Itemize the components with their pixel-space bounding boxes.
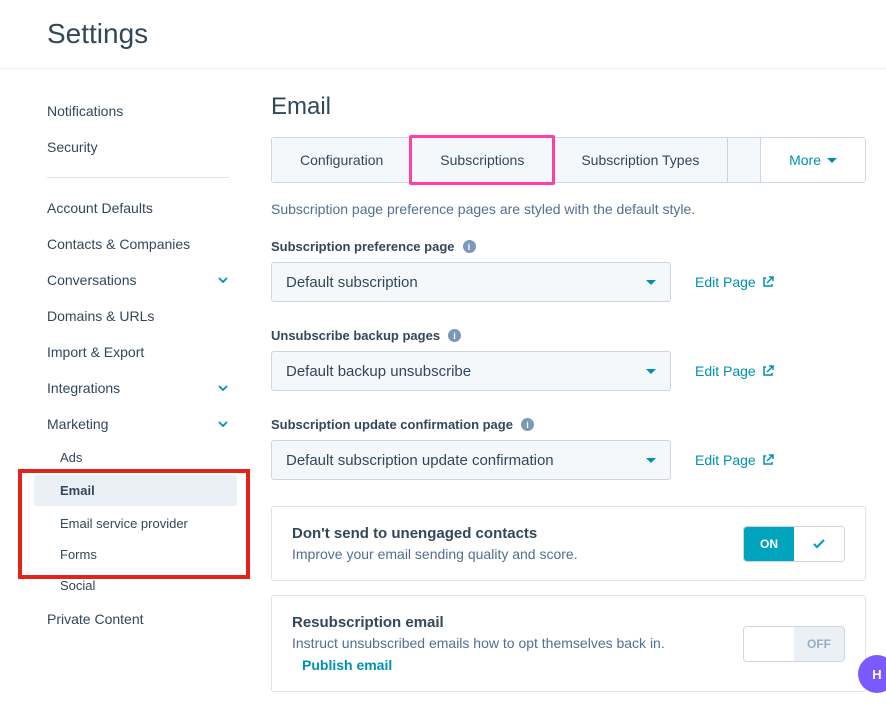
caret-down-icon — [827, 158, 837, 163]
sidebar-item-label: Notifications — [47, 103, 123, 119]
caret-down-icon — [646, 458, 656, 463]
sidebar-item-label: Marketing — [47, 416, 108, 432]
sidebar-item-label: Integrations — [47, 380, 120, 396]
tab-subscription-types[interactable]: Subscription Types — [553, 138, 728, 182]
sidebar-item-label: Domains & URLs — [47, 308, 154, 324]
caret-down-icon — [646, 369, 656, 374]
info-icon[interactable]: i — [448, 329, 461, 342]
tab-configuration[interactable]: Configuration — [272, 138, 412, 182]
sidebar-item-notifications[interactable]: Notifications — [30, 93, 247, 129]
sidebar-item-security[interactable]: Security — [30, 129, 247, 165]
sidebar-item-private-content[interactable]: Private Content — [30, 601, 247, 637]
link-text: Edit Page — [695, 274, 756, 290]
sidebar-divider — [47, 177, 229, 178]
layout-container: Notifications Security Account Defaults … — [0, 69, 886, 706]
toggle-resubscription[interactable]: OFF — [743, 626, 845, 662]
info-icon[interactable]: i — [463, 240, 476, 253]
select-value: Default subscription — [286, 274, 418, 291]
settings-sidebar: Notifications Security Account Defaults … — [0, 79, 247, 706]
sidebar-item-label: Import & Export — [47, 344, 144, 360]
edit-page-link[interactable]: Edit Page — [695, 452, 774, 468]
card-unengaged-contacts: Don't send to unengaged contacts Improve… — [271, 506, 866, 581]
chevron-down-icon — [217, 418, 229, 430]
select-subscription-update[interactable]: Default subscription update confirmation — [271, 440, 671, 480]
tab-more[interactable]: More — [760, 138, 865, 182]
sidebar-subitem-email[interactable]: Email — [34, 475, 237, 506]
card-title: Don't send to unengaged contacts — [292, 525, 578, 542]
external-link-icon — [762, 454, 774, 466]
toggle-off-label: OFF — [794, 627, 844, 661]
sidebar-item-label: Conversations — [47, 272, 137, 288]
chevron-down-icon — [217, 382, 229, 394]
card-text: Don't send to unengaged contacts Improve… — [292, 525, 578, 562]
toggle-unengaged[interactable]: ON — [743, 526, 845, 562]
field-label-subscription-preference: Subscription preference page i — [271, 239, 866, 254]
sidebar-item-marketing[interactable]: Marketing — [30, 406, 247, 442]
info-icon[interactable]: i — [521, 418, 534, 431]
card-title: Resubscription email — [292, 614, 665, 631]
edit-page-link[interactable]: Edit Page — [695, 274, 774, 290]
tab-more-label: More — [789, 152, 821, 168]
sidebar-subitem-email-service-provider[interactable]: Email service provider — [30, 508, 247, 539]
card-subtitle: Instruct unsubscribed emails how to opt … — [292, 635, 665, 651]
link-text: Edit Page — [695, 363, 756, 379]
sidebar-item-import-export[interactable]: Import & Export — [30, 334, 247, 370]
sidebar-item-label: Contacts & Companies — [47, 236, 190, 252]
page-title: Settings — [0, 0, 886, 68]
sidebar-subitem-forms[interactable]: Forms — [30, 539, 247, 570]
sidebar-item-account-defaults[interactable]: Account Defaults — [30, 190, 247, 226]
toggle-on-label: ON — [744, 527, 794, 561]
select-unsubscribe-backup[interactable]: Default backup unsubscribe — [271, 351, 671, 391]
sidebar-subitem-ads[interactable]: Ads — [30, 442, 247, 473]
link-text: Edit Page — [695, 452, 756, 468]
field-label-text: Subscription update confirmation page — [271, 417, 513, 432]
sidebar-item-label: Private Content — [47, 611, 144, 627]
field-row: Default backup unsubscribe Edit Page — [271, 351, 866, 391]
main-panel: Email Configuration Subscriptions Subscr… — [247, 79, 886, 706]
field-label-text: Unsubscribe backup pages — [271, 328, 440, 343]
field-label-subscription-update: Subscription update confirmation page i — [271, 417, 866, 432]
check-icon — [794, 527, 844, 561]
caret-down-icon — [646, 280, 656, 285]
select-subscription-preference[interactable]: Default subscription — [271, 262, 671, 302]
sidebar-item-label: Account Defaults — [47, 200, 153, 216]
card-subtitle: Improve your email sending quality and s… — [292, 546, 578, 562]
edit-page-link[interactable]: Edit Page — [695, 363, 774, 379]
sidebar-item-conversations[interactable]: Conversations — [30, 262, 247, 298]
section-description: Subscription page preference pages are s… — [271, 201, 866, 217]
sidebar-item-contacts-companies[interactable]: Contacts & Companies — [30, 226, 247, 262]
chevron-down-icon — [217, 274, 229, 286]
field-row: Default subscription Edit Page — [271, 262, 866, 302]
card-text: Resubscription email Instruct unsubscrib… — [292, 614, 665, 673]
external-link-icon — [762, 365, 774, 377]
toggle-empty — [744, 627, 794, 661]
tab-bar: Configuration Subscriptions Subscription… — [271, 137, 866, 183]
sidebar-item-integrations[interactable]: Integrations — [30, 370, 247, 406]
sidebar-item-domains-urls[interactable]: Domains & URLs — [30, 298, 247, 334]
select-value: Default backup unsubscribe — [286, 363, 471, 380]
publish-email-link[interactable]: Publish email — [302, 657, 665, 673]
field-label-unsubscribe-backup: Unsubscribe backup pages i — [271, 328, 866, 343]
field-row: Default subscription update confirmation… — [271, 440, 866, 480]
sidebar-subitem-social[interactable]: Social — [30, 570, 247, 601]
section-title: Email — [271, 93, 866, 121]
select-value: Default subscription update confirmation — [286, 452, 554, 469]
tab-subscriptions[interactable]: Subscriptions — [412, 138, 553, 182]
sidebar-item-label: Security — [47, 139, 98, 155]
external-link-icon — [762, 276, 774, 288]
card-resubscription-email: Resubscription email Instruct unsubscrib… — [271, 595, 866, 692]
field-label-text: Subscription preference page — [271, 239, 455, 254]
